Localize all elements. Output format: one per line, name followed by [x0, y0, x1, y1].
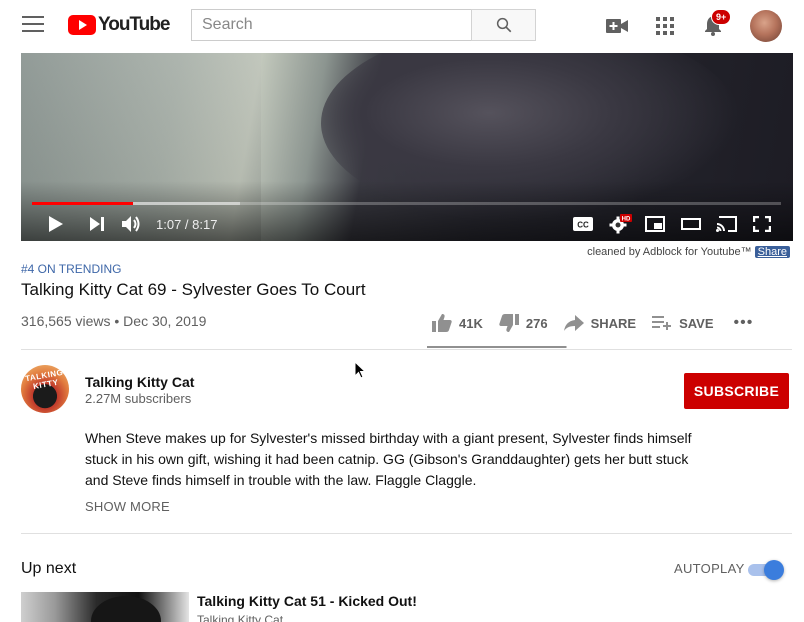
up-next-thumbnail[interactable]: [21, 592, 189, 622]
create-video-icon: [606, 19, 628, 33]
share-button[interactable]: SHARE: [563, 315, 637, 331]
search-icon: [496, 17, 511, 33]
channel-name[interactable]: Talking Kitty Cat: [85, 374, 194, 390]
theater-icon: [681, 218, 701, 230]
video-description: When Steve makes up for Sylvester's miss…: [85, 430, 692, 488]
fullscreen-icon: [753, 216, 771, 232]
share-icon: [563, 315, 584, 331]
show-more-button[interactable]: SHOW MORE: [85, 499, 170, 514]
more-actions-button[interactable]: •••: [734, 314, 754, 332]
cast-icon: [716, 216, 737, 232]
thumbs-down-icon: [499, 314, 519, 332]
youtube-logo-icon: [68, 15, 96, 35]
volume-button[interactable]: [120, 213, 144, 235]
next-button[interactable]: [85, 213, 109, 235]
mouse-cursor-icon: [354, 361, 366, 379]
captions-label: CC: [577, 221, 589, 230]
youtube-logo[interactable]: YouTube: [68, 14, 170, 36]
adblock-note-text: cleaned by Adblock for Youtube™: [587, 246, 752, 258]
autoplay-label: AUTOPLAY: [674, 561, 745, 576]
video-title: Talking Kitty Cat 69 - Sylvester Goes To…: [21, 280, 366, 299]
save-label: SAVE: [679, 315, 714, 331]
hd-badge: HD: [622, 217, 631, 223]
playlist-add-icon: [652, 316, 672, 330]
dislike-button[interactable]: 276: [499, 314, 548, 332]
views-and-date: 316,565 views • Dec 30, 2019: [21, 313, 207, 329]
search-button[interactable]: [471, 9, 536, 41]
thumbnail-cat: [91, 596, 161, 622]
subscribe-button[interactable]: SUBSCRIBE: [684, 373, 789, 409]
settings-button[interactable]: HD: [608, 213, 632, 235]
search-input[interactable]: [191, 9, 471, 41]
save-button[interactable]: SAVE: [652, 315, 714, 331]
video-actions: 41K 276 SHARE SAVE •••: [432, 311, 753, 335]
apps-grid-icon: [656, 17, 674, 35]
up-next-heading: Up next: [21, 560, 77, 577]
apps-button[interactable]: [650, 11, 680, 41]
account-avatar[interactable]: [750, 10, 782, 42]
up-next-title[interactable]: Talking Kitty Cat 51 - Kicked Out!: [197, 593, 417, 609]
captions-button[interactable]: CC: [571, 213, 595, 235]
trending-link[interactable]: #4 ON TRENDING: [21, 262, 121, 276]
theater-mode-button[interactable]: [679, 213, 703, 235]
like-button[interactable]: 41K: [432, 314, 483, 332]
channel-avatar-text: TALKING KITTY: [24, 367, 64, 392]
notification-badge: 9+: [711, 9, 732, 25]
miniplayer-icon: [645, 216, 665, 232]
sentiment-like-portion: [427, 346, 567, 348]
cast-button[interactable]: [715, 213, 739, 235]
autoplay-toggle-knob: [764, 560, 784, 580]
settings-icon: HD: [609, 214, 632, 234]
sentiment-bar: [427, 346, 567, 348]
subscriber-count: 2.27M subscribers: [85, 391, 192, 406]
video-player[interactable]: 1:07 / 8:17 CC HD: [21, 53, 793, 241]
masthead: YouTube 9+: [0, 0, 804, 52]
create-video-button[interactable]: [602, 11, 632, 41]
miniplayer-button[interactable]: [643, 213, 667, 235]
divider: [21, 349, 792, 350]
next-icon: [90, 217, 104, 231]
player-controls: 1:07 / 8:17 CC HD: [21, 209, 793, 237]
channel-avatar[interactable]: TALKING KITTY: [21, 365, 69, 413]
captions-icon: CC: [573, 217, 593, 231]
adblock-note: cleaned by Adblock for Youtube™ Share: [587, 246, 790, 258]
autoplay-toggle[interactable]: [748, 560, 784, 580]
progress-played: [32, 202, 134, 205]
play-button[interactable]: [44, 213, 68, 235]
dislike-count: 276: [525, 315, 548, 331]
masthead-actions: 9+: [602, 9, 782, 42]
progress-bar[interactable]: [32, 202, 781, 205]
notifications-button[interactable]: 9+: [698, 9, 732, 41]
logo-wordmark: YouTube: [98, 14, 170, 35]
up-next-channel: Talking Kitty Cat: [197, 613, 284, 622]
thumbs-up-icon: [432, 314, 452, 332]
menu-icon[interactable]: [22, 16, 44, 34]
volume-icon: [122, 216, 140, 232]
divider: [21, 533, 792, 534]
adblock-share-link[interactable]: Share: [754, 246, 790, 258]
time-display: 1:07 / 8:17: [156, 217, 218, 232]
search-bar: [191, 9, 536, 41]
share-label: SHARE: [590, 315, 637, 331]
like-count: 41K: [459, 315, 483, 331]
play-icon: [49, 216, 63, 232]
fullscreen-button[interactable]: [750, 213, 774, 235]
